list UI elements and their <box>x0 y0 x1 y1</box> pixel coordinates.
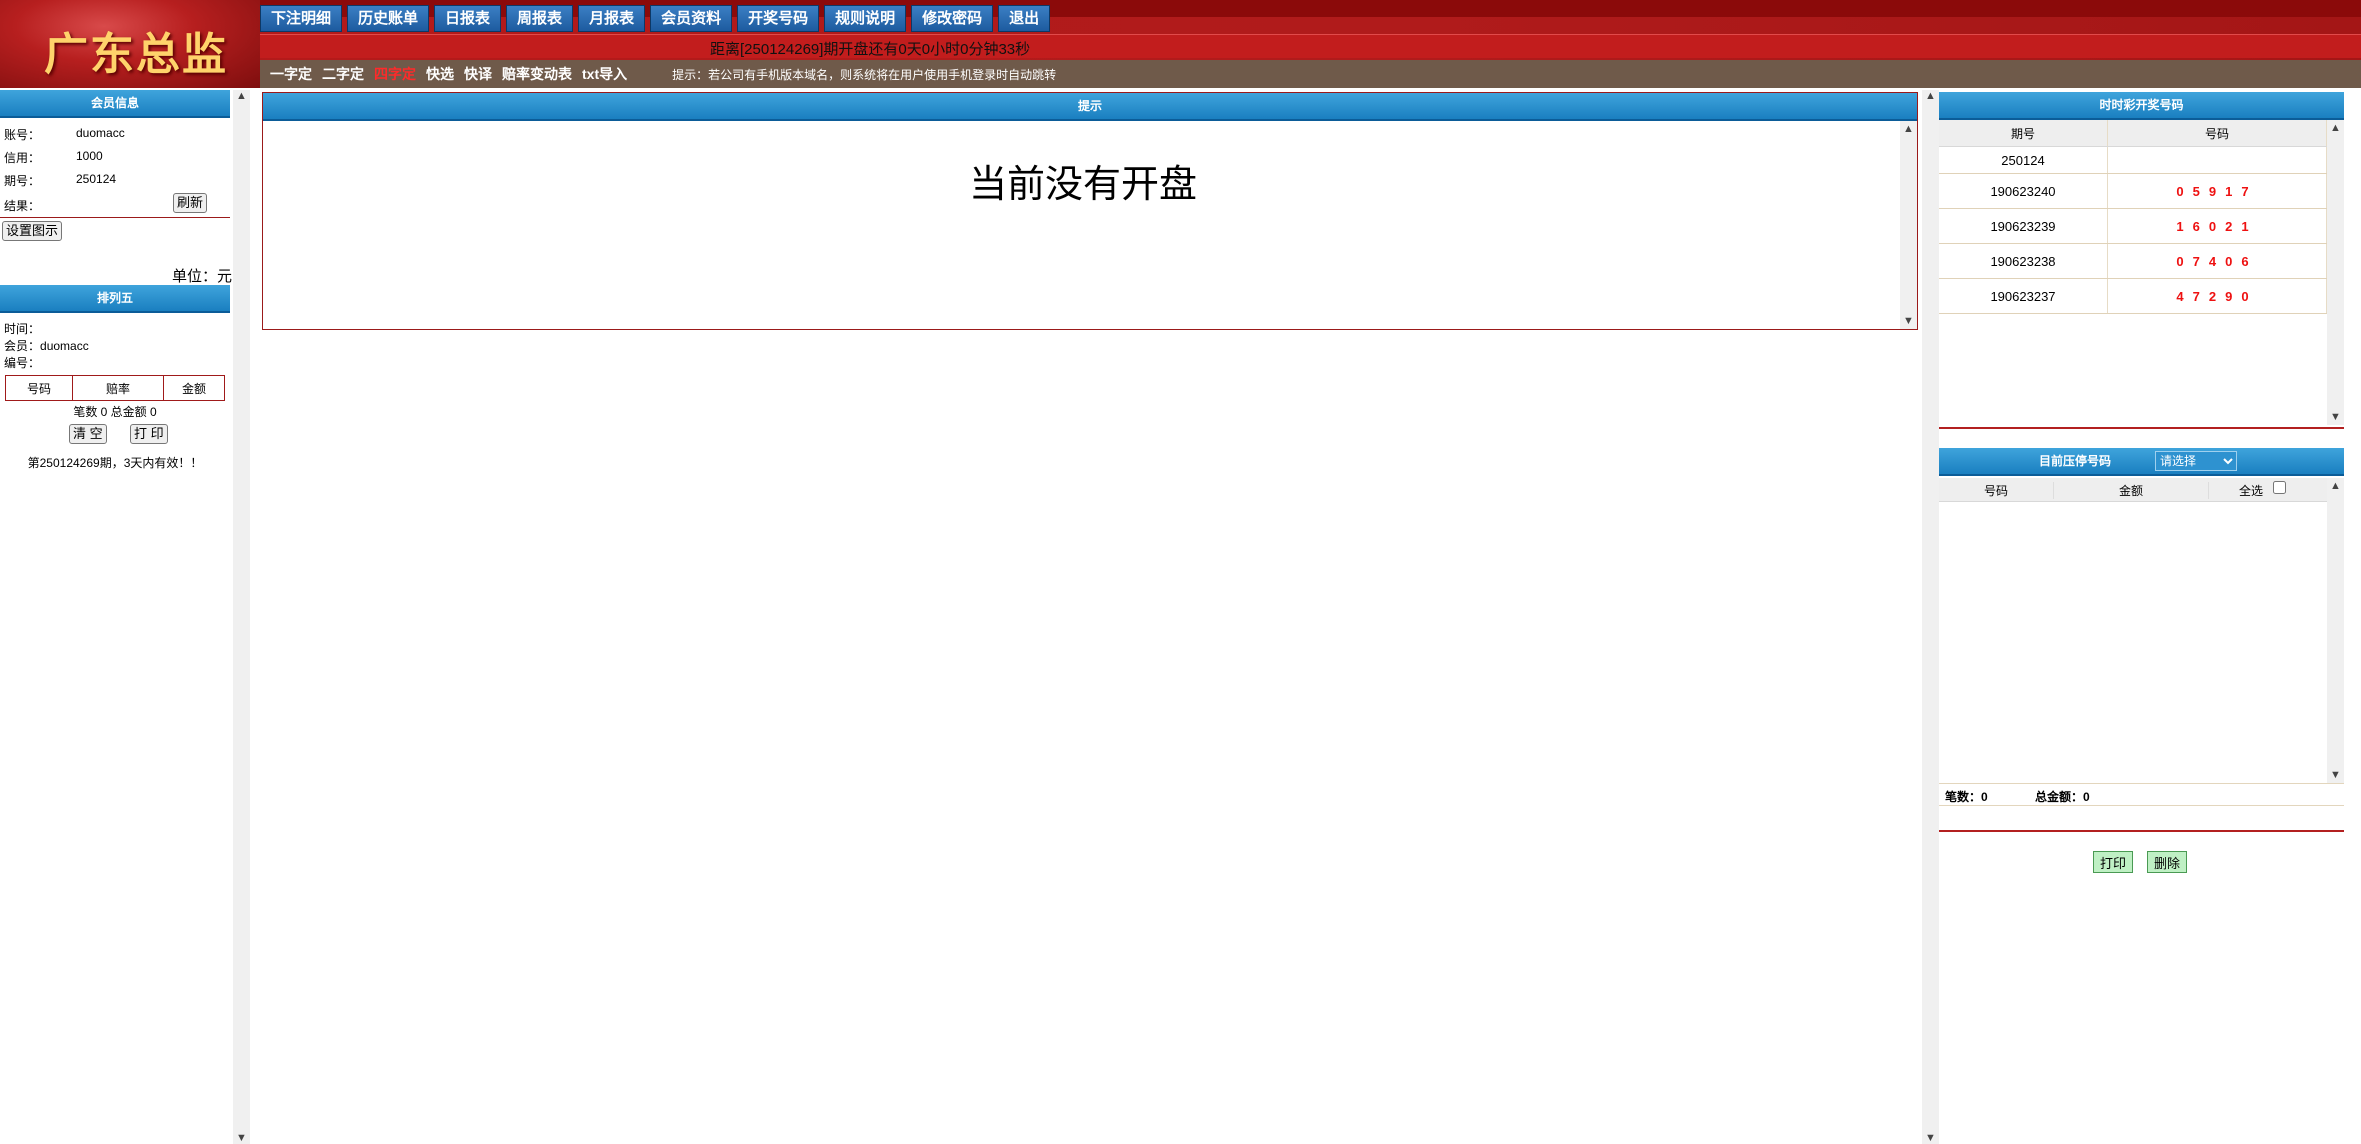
unit-label: 单位：元 <box>171 268 232 285</box>
select-all-checkbox[interactable] <box>2273 481 2286 494</box>
draw-period: 250124 <box>1939 146 2108 174</box>
table-row: 190623239 16021 <box>1939 208 2327 244</box>
limits-total: 总金额：0 <box>2035 790 2090 804</box>
period-row: 期号： 250124 <box>4 172 117 188</box>
mobile-tip: 提示：若公司有手机版本域名，则系统将在用户使用手机登录时自动跳转 <box>672 67 1057 82</box>
sub-nav: 一字定 二字定 四字定 快选 快译 赔率变动表 txt导入 提示：若公司有手机版本域名，则系统… <box>260 60 2361 88</box>
divider <box>1939 783 2344 784</box>
draw-period: 190623239 <box>1939 208 2108 244</box>
right-scrollbar[interactable] <box>2344 90 2361 1144</box>
limits-select[interactable]: 请选择 <box>2155 451 2237 471</box>
left-scrollbar[interactable]: ▲ ▼ <box>233 90 250 1144</box>
nav-logout-button[interactable]: 退出 <box>998 5 1051 32</box>
center-scrollbar[interactable]: ▲ ▼ <box>1922 90 1939 1144</box>
divider <box>1939 805 2344 806</box>
nav-monthly-report-button[interactable]: 月报表 <box>578 5 646 32</box>
nav-bet-details-button[interactable]: 下注明细 <box>260 5 343 32</box>
limits-panel: 目前压停号码 请选择 号码 金额 全选 ▲ ▼ 笔数：0 总金额：0 打印 删除 <box>1939 448 2344 873</box>
slip-header: 排列五 <box>0 285 230 313</box>
divider <box>0 217 230 218</box>
main-nav: 下注明细 历史账单 日报表 周报表 月报表 会员资料 开奖号码 规则说明 修改密码 退出 <box>260 5 1051 33</box>
slip-code-row: 编号： <box>4 356 41 370</box>
subnav-four-digit[interactable]: 四字定 <box>374 64 416 84</box>
credit-value: 1000 <box>76 149 103 163</box>
draw-number: 05917 <box>2107 173 2327 209</box>
nav-change-password-button[interactable]: 修改密码 <box>911 5 994 32</box>
table-row: 190623237 47290 <box>1939 278 2327 314</box>
account-value: duomacc <box>76 126 125 140</box>
credit-row: 信用： 1000 <box>4 149 103 165</box>
draws-col-period: 期号 <box>1939 120 2108 147</box>
slip-col-number: 号码 <box>5 375 73 401</box>
notice-message: 当前没有开盘 <box>968 164 1197 206</box>
nav-daily-report-button[interactable]: 日报表 <box>434 5 502 32</box>
table-row: 250124 <box>1939 146 2327 174</box>
account-row: 账号： duomacc <box>4 126 125 142</box>
result-row: 结果： <box>4 199 41 213</box>
limits-table-header: 号码 金额 全选 <box>1939 478 2327 502</box>
slip-col-odds: 赔率 <box>72 375 164 401</box>
table-row: 190623240 05917 <box>1939 173 2327 209</box>
slip-member-row: 会员：duomacc <box>4 339 89 353</box>
subnav-txt-import[interactable]: txt导入 <box>582 64 627 84</box>
draw-number: 07406 <box>2107 243 2327 279</box>
draw-number: 16021 <box>2107 208 2327 244</box>
slip-member-value: duomacc <box>40 339 89 353</box>
table-row: 190623238 07406 <box>1939 243 2327 279</box>
limits-count: 笔数：0 <box>1945 790 1988 804</box>
left-sidebar: 会员信息 账号： duomacc 信用： 1000 期号： 250124 结果： 刷新… <box>0 90 232 1144</box>
draw-period: 190623237 <box>1939 278 2108 314</box>
slip-col-amount: 金额 <box>163 375 225 401</box>
notice-panel: 提示 当前没有开盘 ▲ ▼ <box>262 92 1918 330</box>
draws-table-wrap: 期号 号码 250124 190623240 05917 190623239 160… <box>1939 120 2327 314</box>
draws-table: 期号 号码 250124 190623240 05917 190623239 160… <box>1939 120 2327 314</box>
slip-table-header: 号码 赔率 金额 <box>5 375 225 401</box>
subnav-two-digit[interactable]: 二字定 <box>322 64 364 84</box>
limits-title: 目前压停号码 <box>2039 454 2112 468</box>
countdown-bar <box>260 34 2361 58</box>
draw-number: 47290 <box>2107 278 2327 314</box>
nav-member-info-button[interactable]: 会员资料 <box>650 5 733 32</box>
limits-col-number: 号码 <box>1939 482 2054 499</box>
logo-text: 广东总监 <box>44 29 228 80</box>
subnav-one-digit[interactable]: 一字定 <box>270 64 312 84</box>
slip-table: 号码 赔率 金额 <box>5 375 225 401</box>
select-all-label: 全选 <box>2239 484 2264 498</box>
limits-col-amount: 金额 <box>2054 482 2209 499</box>
subnav-quick-translate[interactable]: 快译 <box>464 64 492 84</box>
subnav-odds-change-table[interactable]: 赔率变动表 <box>502 64 572 84</box>
slip-summary: 笔数 0 总金额 0 <box>73 405 157 419</box>
valid-note: 第250124269期，3天内有效！！ <box>27 456 203 470</box>
draws-table-header: 期号 号码 <box>1939 120 2327 147</box>
limits-bottom-line <box>1939 830 2344 832</box>
refresh-button[interactable]: 刷新 <box>173 193 208 213</box>
draws-col-number: 号码 <box>2107 120 2327 147</box>
draw-number <box>2107 146 2327 174</box>
print-slip-button[interactable]: 打 印 <box>130 424 168 444</box>
limits-header: 目前压停号码 请选择 <box>1939 448 2344 476</box>
subnav-quick-select[interactable]: 快选 <box>426 64 454 84</box>
draws-header: 时时彩开奖号码 <box>1939 92 2344 120</box>
countdown-text: 距离[250124269]期开盘还有0天0小时0分钟33秒 <box>710 41 1031 58</box>
period-value: 250124 <box>76 172 117 186</box>
slip-time-row: 时间： <box>4 322 41 336</box>
draw-period: 190623240 <box>1939 173 2108 209</box>
member-info-header: 会员信息 <box>0 90 230 118</box>
draws-panel: 时时彩开奖号码 期号 号码 250124 190623240 05917 1906… <box>1939 92 2344 429</box>
settings-button[interactable]: 设置图示 <box>2 221 63 241</box>
notice-scrollbar[interactable]: ▲ ▼ <box>1900 121 1917 329</box>
nav-history-bills-button[interactable]: 历史账单 <box>347 5 430 32</box>
limits-delete-button[interactable]: 删除 <box>2147 851 2188 873</box>
draws-bottom-line <box>1939 427 2344 429</box>
limits-print-button[interactable]: 打印 <box>2093 851 2134 873</box>
draw-period: 190623238 <box>1939 243 2108 279</box>
limits-scrollbar[interactable]: ▲ ▼ <box>2327 478 2344 783</box>
clear-button[interactable]: 清 空 <box>69 424 107 444</box>
draws-scrollbar[interactable]: ▲ ▼ <box>2327 120 2344 425</box>
notice-header: 提示 <box>263 93 1917 121</box>
logo: 广东总监 <box>0 0 260 88</box>
nav-weekly-report-button[interactable]: 周报表 <box>506 5 574 32</box>
nav-rules-button[interactable]: 规则说明 <box>824 5 907 32</box>
nav-draw-numbers-button[interactable]: 开奖号码 <box>737 5 820 32</box>
